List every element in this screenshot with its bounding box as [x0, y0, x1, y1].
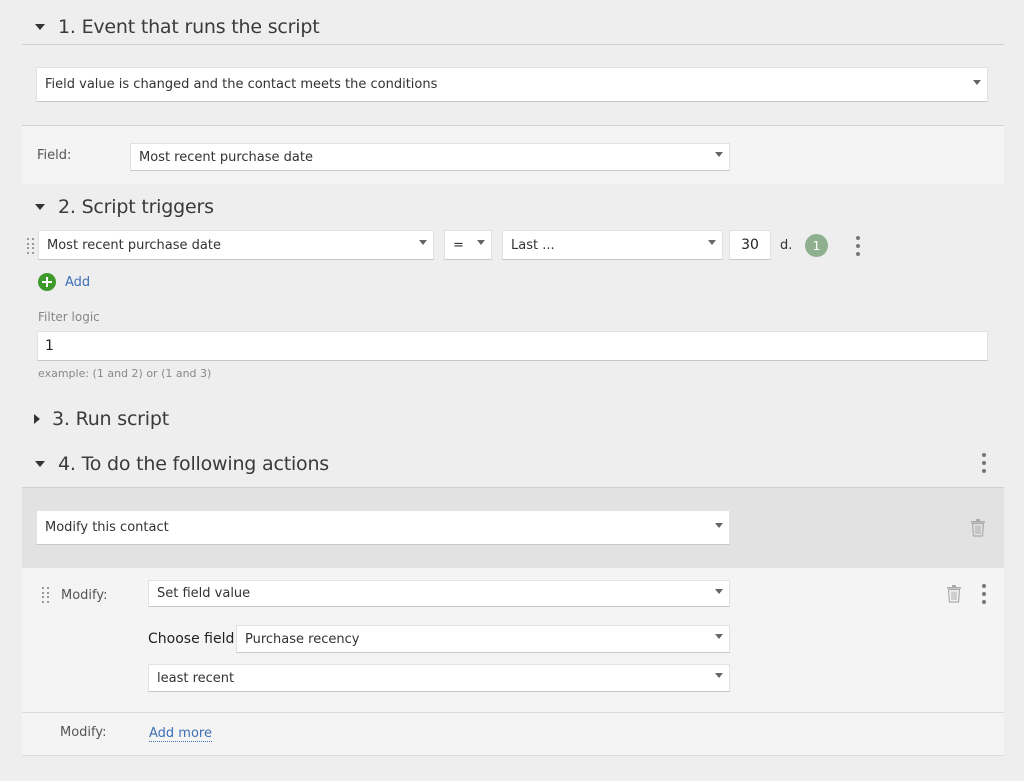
choose-field-select[interactable]: Purchase recency	[236, 625, 730, 653]
filter-logic-input[interactable]: 1	[37, 331, 988, 361]
choose-field-label: Choose field:	[148, 631, 240, 647]
drag-handle-icon[interactable]	[27, 238, 35, 254]
drag-handle-icon[interactable]	[42, 587, 50, 603]
event-select[interactable]: Field value is changed and the contact m…	[36, 67, 988, 102]
condition-operator-value: =	[453, 237, 464, 253]
modify-label: Modify:	[61, 588, 108, 603]
condition-unit: d.	[780, 238, 793, 253]
plus-circle-icon[interactable]	[38, 273, 56, 291]
value-select-value: least recent	[157, 670, 235, 686]
filter-logic-value: 1	[45, 338, 54, 354]
kebab-menu-icon[interactable]	[981, 453, 987, 473]
filter-logic-hint: example: (1 and 2) or (1 and 3)	[38, 367, 212, 380]
divider	[22, 755, 1004, 756]
action-select-value: Modify this contact	[45, 520, 169, 535]
chevron-down-icon	[477, 240, 485, 245]
event-select-value: Field value is changed and the contact m…	[45, 77, 438, 92]
filter-logic-label: Filter logic	[38, 310, 100, 324]
caret-right-icon[interactable]	[22, 414, 52, 424]
kebab-menu-icon[interactable]	[855, 236, 861, 256]
modify-select[interactable]: Set field value	[148, 580, 730, 607]
chevron-down-icon	[715, 522, 723, 528]
chevron-down-icon	[419, 240, 427, 245]
section-3-header[interactable]: 3. Run script	[22, 401, 1004, 437]
condition-period-select[interactable]: Last ...	[502, 230, 723, 260]
section-2-header[interactable]: 2. Script triggers	[22, 189, 1004, 225]
modify-select-value: Set field value	[157, 586, 251, 601]
caret-down-icon[interactable]	[22, 204, 58, 210]
kebab-menu-icon[interactable]	[981, 584, 987, 604]
add-more-link[interactable]: Add more	[149, 726, 212, 742]
condition-value-input[interactable]: 30	[729, 230, 771, 260]
chevron-down-icon	[708, 240, 716, 245]
section-3-title: 3. Run script	[52, 408, 169, 430]
condition-field-value: Most recent purchase date	[47, 237, 221, 253]
section-1-header[interactable]: 1. Event that runs the script	[22, 9, 1004, 45]
trash-icon[interactable]	[946, 585, 962, 603]
chevron-down-icon	[715, 152, 723, 157]
section-1-title: 1. Event that runs the script	[58, 16, 320, 38]
choose-field-value: Purchase recency	[245, 631, 360, 647]
section-4-title: 4. To do the following actions	[58, 453, 329, 475]
action-select[interactable]: Modify this contact	[36, 510, 730, 545]
condition-field-select[interactable]: Most recent purchase date	[38, 230, 434, 260]
field-select[interactable]: Most recent purchase date	[130, 143, 730, 171]
caret-down-icon[interactable]	[22, 24, 58, 30]
condition-operator-select[interactable]: =	[444, 230, 492, 260]
field-label: Field:	[37, 148, 72, 163]
condition-period-value: Last ...	[511, 237, 555, 253]
section-2-title: 2. Script triggers	[58, 196, 214, 218]
value-select[interactable]: least recent	[148, 664, 730, 692]
divider	[22, 44, 1004, 45]
condition-value: 30	[741, 237, 759, 253]
caret-down-icon[interactable]	[22, 461, 58, 467]
chevron-down-icon	[715, 673, 723, 678]
condition-index-badge: 1	[805, 234, 828, 257]
chevron-down-icon	[715, 634, 723, 639]
chevron-down-icon	[715, 588, 723, 594]
trash-icon[interactable]	[970, 519, 986, 537]
field-select-value: Most recent purchase date	[139, 149, 313, 165]
chevron-down-icon	[973, 79, 981, 85]
section-4-header[interactable]: 4. To do the following actions	[22, 446, 1004, 482]
add-condition-link[interactable]: Add	[65, 275, 90, 290]
modify-label-2: Modify:	[60, 725, 107, 740]
